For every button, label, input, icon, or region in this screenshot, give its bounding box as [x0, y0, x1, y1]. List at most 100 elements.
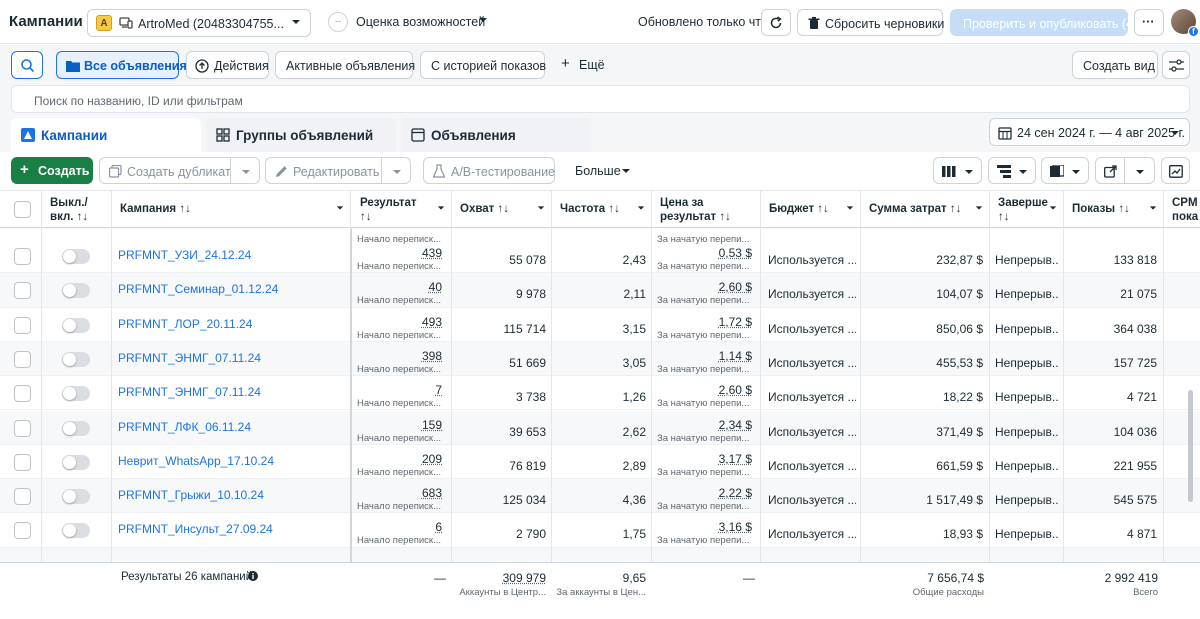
row-toggle[interactable] [62, 283, 90, 299]
row-checkbox[interactable] [14, 488, 31, 506]
row-toggle[interactable] [62, 351, 90, 367]
campaign-name-link[interactable]: PRFMNT_Инсульт_27.09.24 [118, 522, 273, 536]
account-selector[interactable]: A ArtroMed (20483304755... [87, 9, 311, 37]
actions-filter[interactable]: Действия [186, 51, 269, 79]
create-view-button[interactable]: Создать вид [1072, 51, 1158, 79]
date-range-picker[interactable]: 24 сен 2024 г. — 4 авг 2025 г. [989, 118, 1190, 146]
duplicate-dropdown-button[interactable] [230, 157, 260, 184]
campaign-name-link[interactable]: PRFMNT_ЭНМГ_07.11.24 [118, 385, 261, 399]
column-campaign[interactable]: Кампания ↑↓ [112, 191, 351, 229]
row-checkbox[interactable] [14, 419, 31, 437]
result-value[interactable]: 7 [435, 383, 442, 397]
row-toggle[interactable] [62, 489, 90, 505]
refresh-button[interactable] [761, 9, 791, 36]
row-toggle[interactable] [62, 523, 90, 539]
edit-dropdown-button[interactable] [381, 157, 411, 184]
more-options-button[interactable]: ··· [1134, 9, 1164, 36]
column-reach[interactable]: Охват ↑↓ [452, 191, 552, 229]
column-cost-per-result[interactable]: Цена за результат ↑↓ [652, 191, 761, 229]
export-button[interactable] [1095, 157, 1125, 184]
export-dropdown-button[interactable] [1124, 157, 1155, 184]
filter-settings-button[interactable] [1162, 51, 1190, 79]
cpr-value[interactable]: 2,22 $ [719, 486, 752, 500]
column-ends[interactable]: Заверше ↑↓ [990, 191, 1064, 229]
campaign-name-link[interactable]: PRFMNT_Грыжи_10.10.24 [118, 488, 264, 502]
column-impressions[interactable]: Показы ↑↓ [1064, 191, 1164, 229]
result-value[interactable]: 439 [422, 246, 442, 260]
campaign-name-link[interactable]: PRFMNT_ЛФК_06.11.24 [118, 420, 251, 434]
table-row[interactable]: PRFMNT_Грыжи_10.10.24 683 Начало переписк.… [0, 479, 1200, 514]
all-ads-filter[interactable]: Все объявления [56, 51, 187, 79]
row-toggle[interactable] [62, 249, 90, 264]
create-button[interactable]: + Создать [11, 157, 93, 184]
more-filters-button[interactable]: + Ещё [555, 51, 615, 79]
row-checkbox[interactable] [14, 350, 31, 368]
cpr-value[interactable]: 2,60 $ [719, 383, 752, 397]
cpr-value[interactable]: 3,17 $ [719, 452, 752, 466]
row-checkbox[interactable] [14, 248, 31, 265]
cpr-value[interactable]: 1,72 $ [719, 315, 752, 329]
breakdown-button[interactable] [988, 157, 1036, 184]
reports-button[interactable] [1041, 157, 1089, 184]
table-row[interactable]: PRFMNT_УЗИ_24.12.24 439 Начало переписк...… [0, 239, 1200, 274]
table-row[interactable]: Неврит_WhatsApp_17.10.24 209 Начало перепи… [0, 445, 1200, 480]
tab-ad-sets[interactable]: Группы объявлений [206, 118, 396, 152]
row-checkbox[interactable] [14, 522, 31, 540]
active-ads-filter[interactable]: Активные объявления [275, 51, 415, 79]
more-actions-button[interactable]: Больше [563, 157, 643, 184]
row-toggle[interactable] [62, 386, 90, 402]
cpr-value[interactable]: 1,14 $ [719, 349, 752, 363]
result-value[interactable]: 683 [422, 486, 442, 500]
chart-button[interactable] [1161, 157, 1190, 184]
result-value[interactable]: 6 [435, 520, 442, 534]
table-row[interactable]: PRFMNT_Инсульт_27.09.24 6 Начало переписк.… [0, 513, 1200, 548]
result-value[interactable]: 209 [422, 452, 442, 466]
column-toggle[interactable]: Выкл./ вкл. ↑↓ [42, 191, 112, 229]
column-budget[interactable]: Бюджет ↑↓ [761, 191, 861, 229]
campaign-name-link[interactable]: PRFMNT_ЭНМГ_07.11.24 [118, 351, 261, 365]
tab-ads[interactable]: Объявления [401, 118, 591, 152]
ab-test-button[interactable]: A/B-тестирование [423, 157, 555, 184]
row-toggle[interactable] [62, 420, 90, 436]
cpr-value[interactable]: 2,60 $ [719, 280, 752, 294]
vertical-scrollbar[interactable] [1188, 390, 1193, 502]
reset-drafts-button[interactable]: Сбросить черновики [797, 9, 944, 36]
column-frequency[interactable]: Частота ↑↓ [552, 191, 652, 229]
campaign-name-link[interactable]: Неврит_WhatsApp_17.10.24 [118, 454, 274, 468]
cpr-value[interactable]: 2,34 $ [719, 418, 752, 432]
row-checkbox[interactable] [14, 282, 31, 300]
result-value[interactable]: 40 [429, 280, 442, 294]
column-result[interactable]: Результат ↑↓ [352, 191, 452, 229]
result-value[interactable]: 493 [422, 315, 442, 329]
table-row[interactable]: PRFMNT_ЭНМГ_07.11.24 7 Начало переписк... 3… [0, 376, 1200, 411]
tab-campaigns[interactable]: Кампании [11, 118, 201, 152]
column-amount-spent[interactable]: Сумма затрат ↑↓ [861, 191, 990, 229]
result-value[interactable]: 398 [422, 349, 442, 363]
result-value[interactable]: 159 [422, 418, 442, 432]
row-checkbox[interactable] [14, 453, 31, 471]
row-toggle[interactable] [62, 454, 90, 470]
row-checkbox[interactable] [14, 316, 31, 334]
cpr-value[interactable]: 0,53 $ [719, 246, 752, 260]
cpr-value[interactable]: 3,16 $ [719, 520, 752, 534]
table-row[interactable]: PRFMNT_ЭНМГ_07.11.24 398 Начало переписк..… [0, 341, 1200, 377]
review-publish-button[interactable]: Проверить и опубликовать (4) [950, 9, 1137, 36]
search-input[interactable]: Поиск по названию, ID или фильтрам [11, 85, 1190, 113]
column-cpm[interactable]: CPM пока [1164, 191, 1200, 229]
table-row[interactable]: PRFMNT_ЛОР_20.11.24 493 Начало переписк...… [0, 308, 1200, 342]
table-row[interactable]: PRFMNT_Семинар_01.12.24 40 Начало переписк… [0, 273, 1200, 308]
campaign-name-link[interactable]: PRFMNT_ЛОР_20.11.24 [118, 317, 252, 331]
table-row[interactable]: PRFMNT_ЛФК_06.11.24 159 Начало переписк...… [0, 410, 1200, 445]
campaign-name-link[interactable]: PRFMNT_Семинар_01.12.24 [118, 282, 278, 296]
info-icon[interactable] [248, 571, 258, 581]
select-all-checkbox[interactable] [14, 201, 31, 218]
avatar[interactable]: f [1171, 9, 1199, 37]
row-toggle[interactable] [62, 317, 90, 333]
duplicate-button[interactable]: Создать дубликат [99, 157, 231, 184]
row-checkbox[interactable] [14, 385, 31, 403]
impressions-history-filter[interactable]: С историей показов [420, 51, 546, 79]
campaign-name-link[interactable]: PRFMNT_УЗИ_24.12.24 [118, 248, 251, 262]
columns-button[interactable] [933, 157, 982, 184]
search-button[interactable] [11, 51, 43, 79]
edit-button[interactable]: Редактировать [265, 157, 382, 184]
